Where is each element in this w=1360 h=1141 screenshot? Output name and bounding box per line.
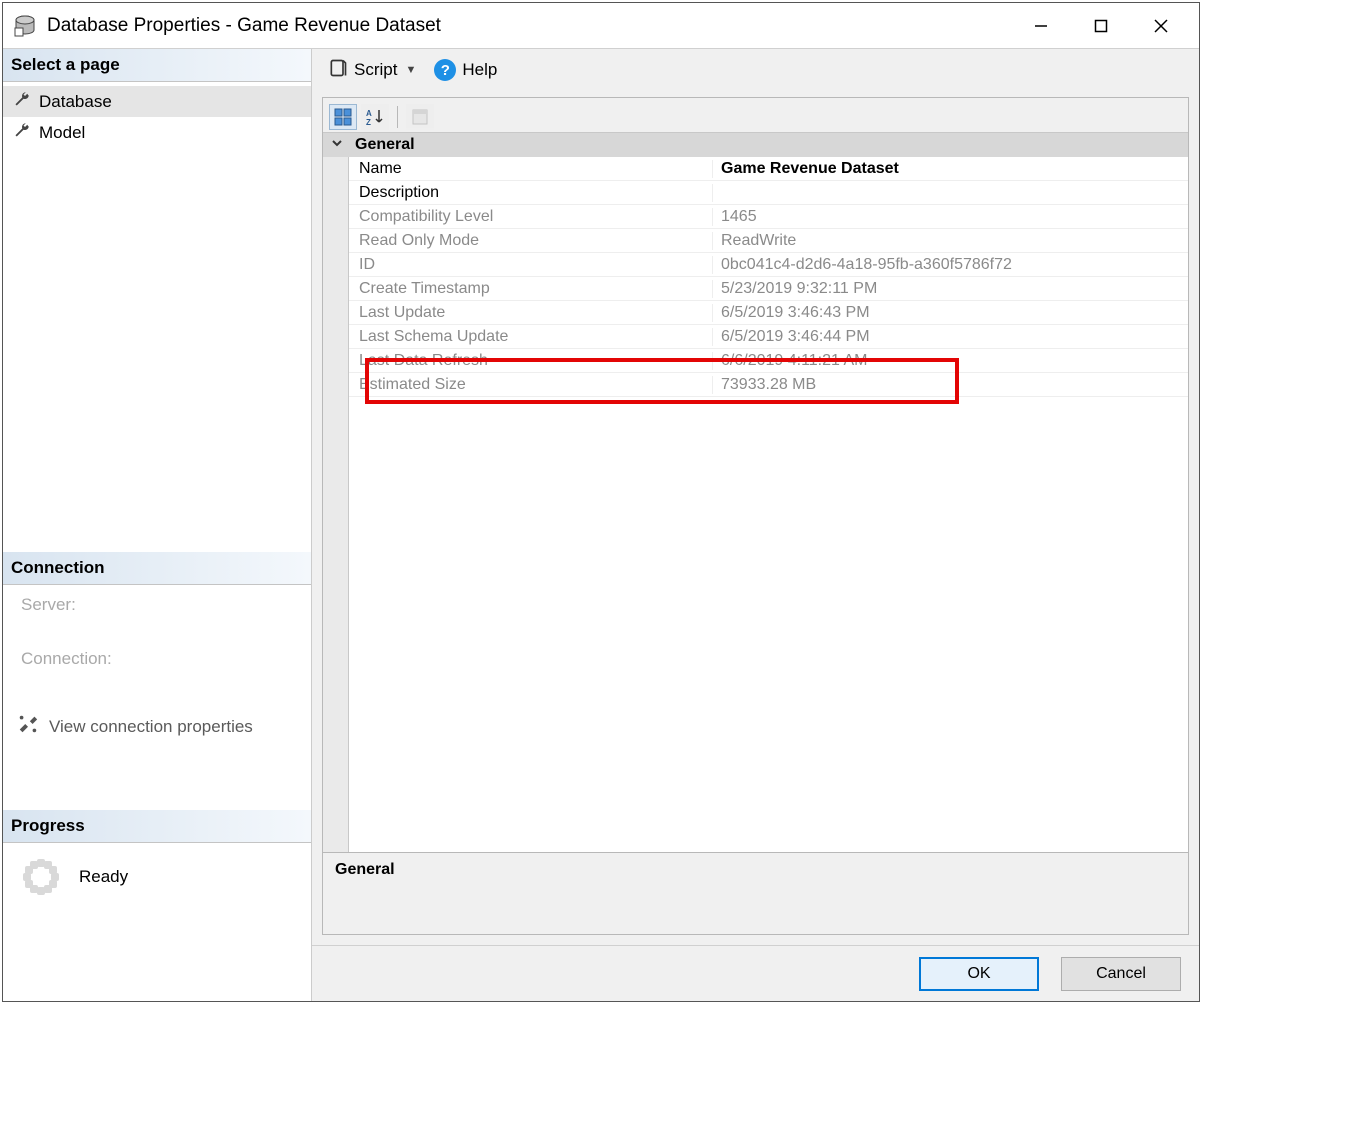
property-value: ReadWrite <box>713 232 1188 250</box>
view-connection-properties-link[interactable]: View connection properties <box>3 703 311 750</box>
help-label: Help <box>462 60 497 80</box>
property-grid-container: A Z <box>322 97 1189 935</box>
server-label: Server: <box>21 595 293 615</box>
category-header-general[interactable]: General <box>323 133 1188 157</box>
window-title: Database Properties - Game Revenue Datas… <box>47 15 1011 37</box>
property-value: 5/23/2019 9:32:11 PM <box>713 280 1188 298</box>
select-page-header: Select a page <box>3 49 311 82</box>
property-row[interactable]: Compatibility Level1465 <box>349 205 1188 229</box>
sidebar-page-label: Model <box>39 123 85 143</box>
svg-text:A: A <box>366 109 372 118</box>
property-value: 0bc041c4-d2d6-4a18-95fb-a360f5786f72 <box>713 256 1188 274</box>
property-row[interactable]: NameGame Revenue Dataset <box>349 157 1188 181</box>
connection-label: Connection: <box>21 649 293 669</box>
wrench-icon <box>13 121 31 144</box>
tools-icon <box>17 713 39 740</box>
expander-icon <box>331 136 343 154</box>
sidebar-page-database[interactable]: Database <box>3 86 311 117</box>
property-grid-toolbar: A Z <box>323 98 1188 132</box>
connection-header: Connection <box>3 552 311 585</box>
maximize-button[interactable] <box>1071 3 1131 49</box>
help-button[interactable]: ? Help <box>428 55 503 85</box>
property-row[interactable]: ID0bc041c4-d2d6-4a18-95fb-a360f5786f72 <box>349 253 1188 277</box>
property-row[interactable]: Estimated Size73933.28 MB <box>349 373 1188 397</box>
categorized-view-button[interactable] <box>329 104 357 130</box>
property-value: 6/6/2019 4:11:21 AM <box>713 352 1188 370</box>
property-value: 73933.28 MB <box>713 376 1188 394</box>
property-label: Last Data Refresh <box>349 352 713 370</box>
property-row[interactable]: Description <box>349 181 1188 205</box>
property-value: 6/5/2019 3:46:44 PM <box>713 328 1188 346</box>
description-panel-title: General <box>335 861 1176 879</box>
alphabetical-view-button[interactable]: A Z <box>361 104 389 130</box>
property-label: Estimated Size <box>349 376 713 394</box>
property-label: Compatibility Level <box>349 208 713 226</box>
script-label: Script <box>354 60 397 80</box>
dialog-window: Database Properties - Game Revenue Datas… <box>2 2 1200 1002</box>
script-icon <box>328 58 348 83</box>
description-panel: General <box>323 852 1188 934</box>
property-row[interactable]: Last Update6/5/2019 3:46:43 PM <box>349 301 1188 325</box>
sidebar-page-model[interactable]: Model <box>3 117 311 148</box>
wrench-icon <box>13 90 31 113</box>
property-label: ID <box>349 256 713 274</box>
property-row[interactable]: Create Timestamp5/23/2019 9:32:11 PM <box>349 277 1188 301</box>
property-value: Game Revenue Dataset <box>713 160 1188 178</box>
minimize-button[interactable] <box>1011 3 1071 49</box>
property-row[interactable]: Last Data Refresh6/6/2019 4:11:21 AM <box>349 349 1188 373</box>
property-value: 1465 <box>713 208 1188 226</box>
property-value: 6/5/2019 3:46:43 PM <box>713 304 1188 322</box>
property-grid-gutter <box>323 133 349 852</box>
script-button[interactable]: Script ▼ <box>322 54 422 87</box>
cancel-button[interactable]: Cancel <box>1061 957 1181 991</box>
progress-panel: Ready <box>3 843 311 911</box>
property-label: Last Schema Update <box>349 328 713 346</box>
sidebar-page-label: Database <box>39 92 112 112</box>
window-controls <box>1011 3 1191 49</box>
svg-text:Z: Z <box>366 118 371 126</box>
property-row[interactable]: Last Schema Update6/5/2019 3:46:44 PM <box>349 325 1188 349</box>
property-label: Create Timestamp <box>349 280 713 298</box>
progress-spinner-icon <box>21 857 61 897</box>
property-label: Description <box>349 184 713 202</box>
dialog-footer: OK Cancel <box>312 945 1199 1001</box>
main-toolbar: Script ▼ ? Help <box>312 49 1199 91</box>
close-button[interactable] <box>1131 3 1191 49</box>
database-icon <box>11 12 39 40</box>
property-row[interactable]: Read Only ModeReadWrite <box>349 229 1188 253</box>
property-label: Read Only Mode <box>349 232 713 250</box>
connection-panel: Server: Connection: <box>3 585 311 703</box>
property-pages-button[interactable] <box>406 104 434 130</box>
main-panel: Script ▼ ? Help <box>312 49 1199 1001</box>
help-icon: ? <box>434 59 456 81</box>
titlebar: Database Properties - Game Revenue Datas… <box>3 3 1199 49</box>
sidebar: Select a page Database Model Connection S… <box>3 49 312 1001</box>
view-connection-properties-label: View connection properties <box>49 717 253 737</box>
property-grid: GeneralNameGame Revenue DatasetDescripti… <box>323 132 1188 934</box>
property-label: Name <box>349 160 713 178</box>
chevron-down-icon: ▼ <box>405 64 416 76</box>
ok-button[interactable]: OK <box>919 957 1039 991</box>
progress-header: Progress <box>3 810 311 843</box>
page-list: Database Model <box>3 82 311 152</box>
property-label: Last Update <box>349 304 713 322</box>
progress-status: Ready <box>79 867 128 887</box>
